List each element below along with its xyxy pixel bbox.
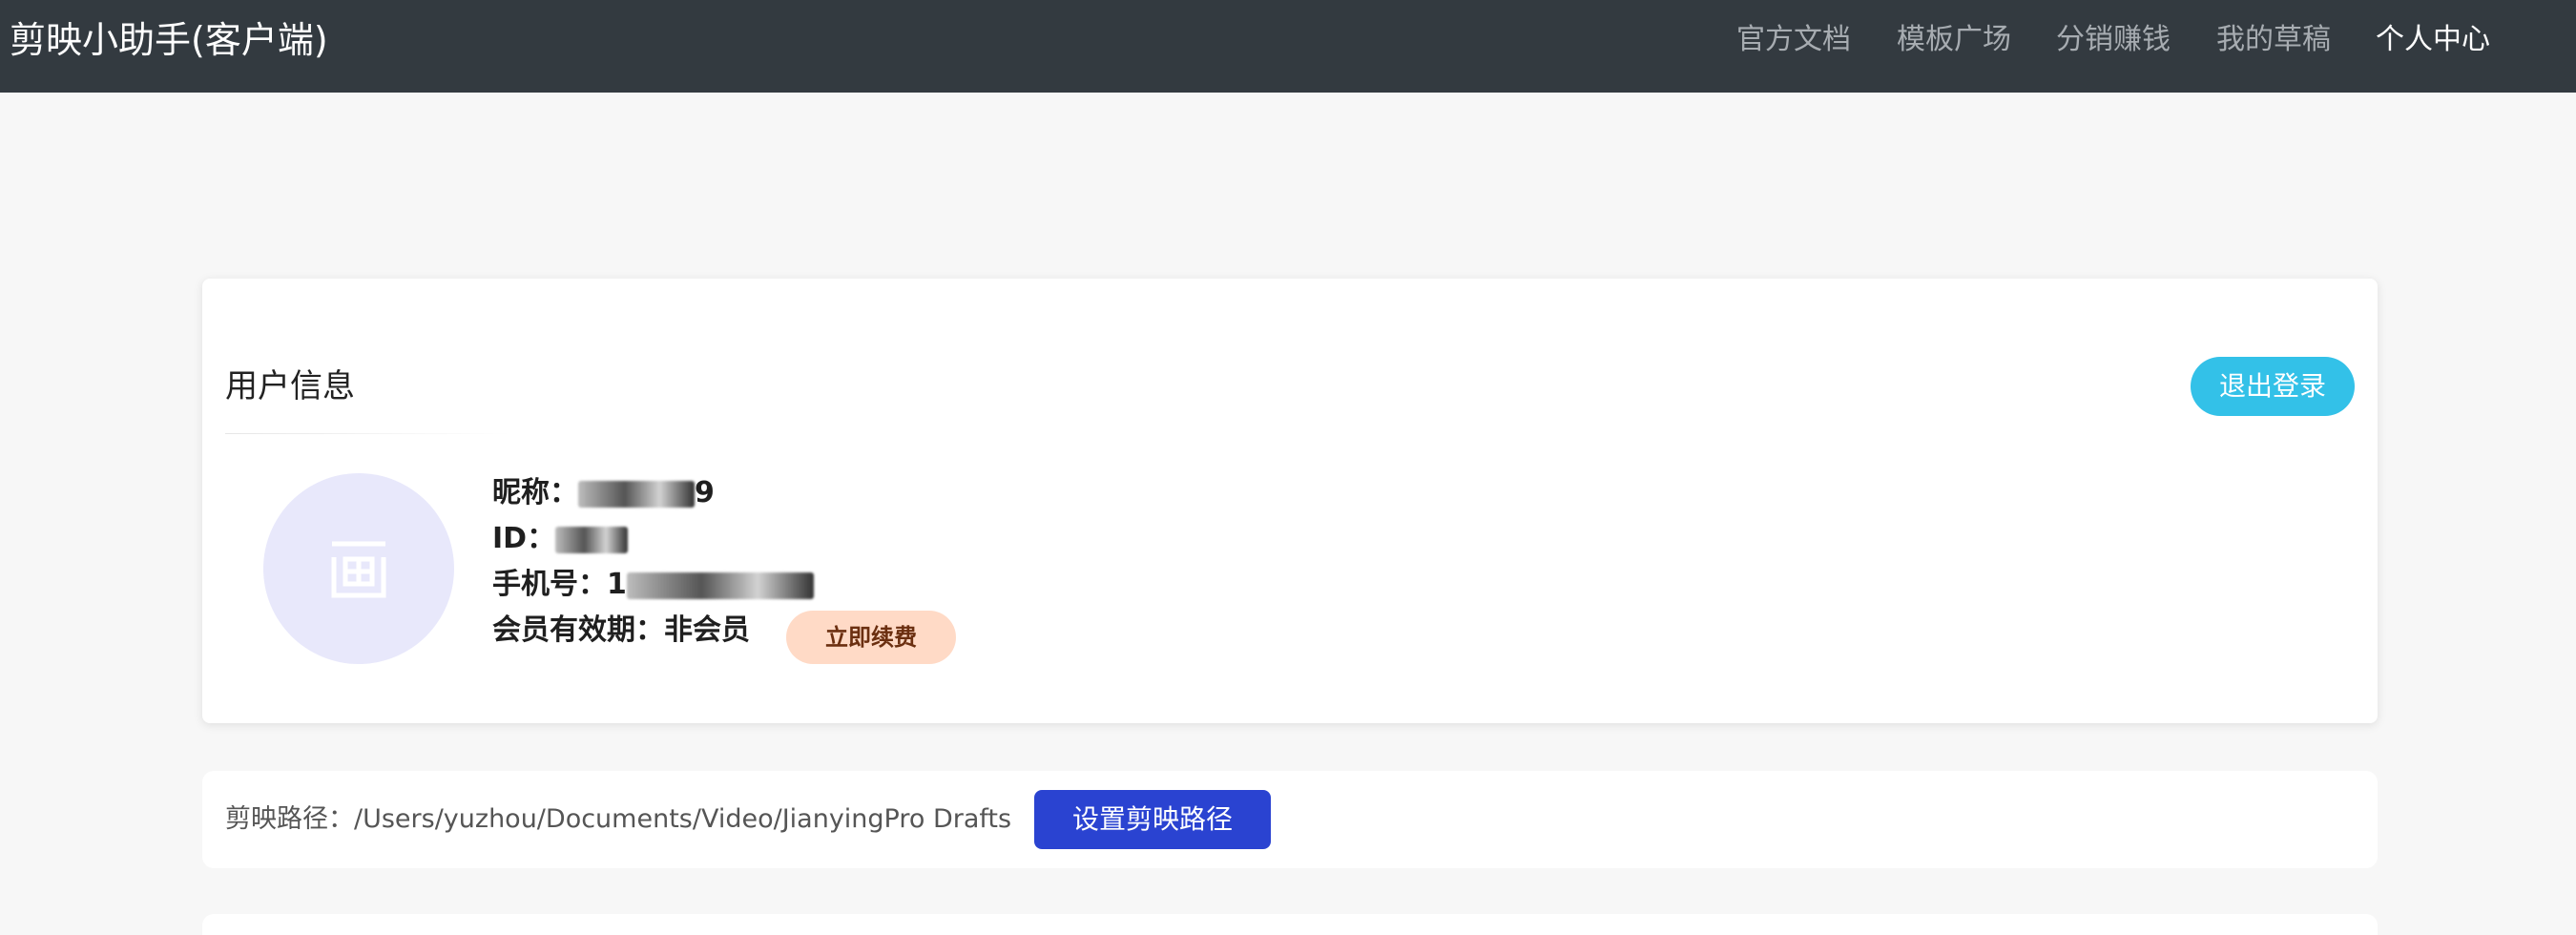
next-card [202,914,2378,935]
redacted-nickname [578,480,695,508]
image-placeholder-icon [331,541,386,598]
title-divider [225,433,511,434]
membership-value: 非会员 [664,613,750,647]
nickname-value: 9 [695,476,715,509]
path-label: 剪映路径： [225,804,354,834]
id-row: ID： [492,520,629,558]
phone-row: 手机号：1 [492,566,814,604]
membership-label: 会员有效期： [492,613,664,647]
card-title: 用户信息 [225,367,355,405]
user-info-card: 用户信息 退出登录 昵称： 9 ID： 手机号：1 会员有效期：非会员 立即续费 [202,279,2378,723]
renew-button[interactable]: 立即续费 [786,611,956,664]
nickname-label: 昵称： [492,476,578,509]
app-brand[interactable]: 剪映小助手(客户端) [10,19,328,61]
top-navbar: 剪映小助手(客户端) 官方文档 模板广场 分销赚钱 我的草稿 个人中心 [0,0,2576,93]
nav-links: 官方文档 模板广场 分销赚钱 我的草稿 个人中心 [1736,21,2500,59]
set-path-button[interactable]: 设置剪映路径 [1034,790,1271,849]
redacted-phone [626,571,814,599]
path-value: /Users/yuzhou/Documents/Video/JianyingPr… [354,804,1012,834]
draft-path-card: 剪映路径：/Users/yuzhou/Documents/Video/Jiany… [202,771,2378,868]
membership-row: 会员有效期：非会员 [492,612,750,650]
phone-label: 手机号： [492,568,607,601]
logout-button[interactable]: 退出登录 [2191,357,2355,416]
path-row: 剪映路径：/Users/yuzhou/Documents/Video/Jiany… [225,801,1011,838]
avatar [263,473,454,664]
nav-link-template-square[interactable]: 模板广场 [1897,21,2011,59]
nav-link-distribution[interactable]: 分销赚钱 [2056,21,2171,59]
phone-value: 1 [607,568,627,601]
nav-link-my-drafts[interactable]: 我的草稿 [2216,21,2331,59]
nav-link-official-docs[interactable]: 官方文档 [1736,21,1851,59]
nickname-row: 昵称： 9 [492,474,715,512]
redacted-id [555,526,629,553]
nav-link-personal-center[interactable]: 个人中心 [2376,21,2490,59]
id-label: ID： [492,522,556,555]
